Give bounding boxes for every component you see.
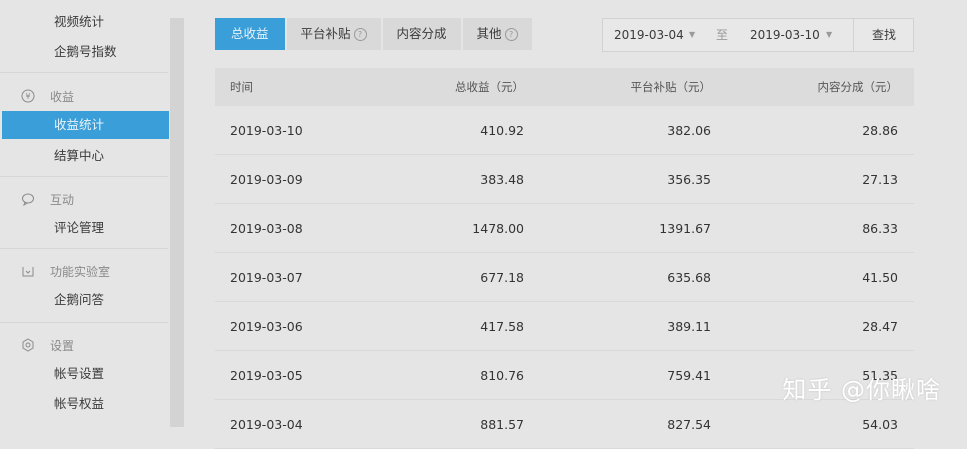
sidebar: 视频统计 企鹅号指数 ¥ 收益 收益统计 结算中心 互动 评论管理 功能实验室 … <box>0 0 170 427</box>
help-icon[interactable]: ? <box>353 27 367 41</box>
cell-total: 810.76 <box>480 367 524 383</box>
column-header-subsidy: 平台补贴（元） <box>630 80 712 94</box>
cell-date: 2019-03-10 <box>230 122 303 138</box>
tab-other[interactable]: 其他 ? <box>462 18 532 50</box>
sidebar-item-comment-management[interactable]: 评论管理 <box>0 214 168 242</box>
table-row: 2019-03-08 1478.00 1391.67 86.33 <box>215 204 914 253</box>
sidebar-item-label: 收益统计 <box>54 117 105 132</box>
tab-platform-subsidy[interactable]: 平台补贴 ? <box>286 18 381 50</box>
column-header-share: 内容分成（元） <box>817 80 899 94</box>
sidebar-scrollbar[interactable] <box>170 18 184 427</box>
cell-subsidy: 827.54 <box>667 416 711 432</box>
cell-date: 2019-03-08 <box>230 220 303 236</box>
chat-bubble-icon <box>20 191 36 207</box>
cell-date: 2019-03-07 <box>230 269 303 285</box>
sidebar-group-settings: 设置 <box>20 335 74 355</box>
cell-share: 86.33 <box>862 220 898 236</box>
cell-subsidy: 356.35 <box>667 171 711 187</box>
chevron-down-icon[interactable]: ▼ <box>826 19 832 51</box>
cell-subsidy: 389.11 <box>667 318 711 334</box>
search-button[interactable]: 查找 <box>853 19 914 51</box>
help-icon[interactable]: ? <box>504 27 518 41</box>
table-row: 2019-03-10 410.92 382.06 28.86 <box>215 106 914 155</box>
end-date-select[interactable]: 2019-03-10 <box>750 19 820 51</box>
sidebar-divider <box>0 176 168 177</box>
yuan-circle-icon: ¥ <box>20 88 36 104</box>
start-date-select[interactable]: 2019-03-04 <box>614 19 684 51</box>
cell-subsidy: 1391.67 <box>659 220 711 236</box>
sidebar-group-interaction: 互动 <box>20 189 74 209</box>
cell-total: 1478.00 <box>472 220 524 236</box>
sidebar-item-label: 企鹅号指数 <box>54 44 117 59</box>
sidebar-item-label: 结算中心 <box>54 148 105 163</box>
sidebar-item-penguin-index[interactable]: 企鹅号指数 <box>0 38 168 66</box>
table-row: 2019-03-07 677.18 635.68 41.50 <box>215 253 914 302</box>
lab-icon <box>20 263 36 279</box>
sidebar-group-earnings: ¥ 收益 <box>20 86 74 106</box>
sidebar-group-title: 设置 <box>50 338 75 353</box>
earnings-tabs: 总收益 平台补贴 ? 内容分成 其他 ? <box>215 18 534 50</box>
cell-share: 41.50 <box>862 269 898 285</box>
cell-share: 54.03 <box>862 416 898 432</box>
sidebar-group-title: 功能实验室 <box>50 264 111 279</box>
sidebar-group-title: 收益 <box>50 89 75 104</box>
cell-date: 2019-03-09 <box>230 171 303 187</box>
sidebar-item-settlement-center[interactable]: 结算中心 <box>0 142 168 170</box>
sidebar-group-title: 互动 <box>50 192 75 207</box>
column-header-date: 时间 <box>230 80 253 94</box>
cell-date: 2019-03-04 <box>230 416 303 432</box>
tab-label: 平台补贴 <box>300 26 351 41</box>
cell-share: 28.47 <box>862 318 898 334</box>
cell-share: 28.86 <box>862 122 898 138</box>
watermark: 知乎 @你瞅啥 <box>782 376 941 404</box>
sidebar-item-label: 视频统计 <box>54 14 105 29</box>
date-separator: 至 <box>716 28 729 42</box>
sidebar-item-label: 帐号权益 <box>54 396 105 411</box>
sidebar-divider <box>0 72 168 73</box>
tab-content-share[interactable]: 内容分成 <box>382 18 461 50</box>
cell-share: 27.13 <box>862 171 898 187</box>
cell-total: 383.48 <box>480 171 524 187</box>
cell-subsidy: 382.06 <box>667 122 711 138</box>
tab-label: 内容分成 <box>396 26 447 41</box>
sidebar-item-penguin-qa[interactable]: 企鹅问答 <box>0 286 168 314</box>
table-row: 2019-03-06 417.58 389.11 28.47 <box>215 302 914 351</box>
gear-icon <box>20 337 36 353</box>
sidebar-group-lab: 功能实验室 <box>20 261 110 281</box>
sidebar-item-account-rights[interactable]: 帐号权益 <box>0 390 168 418</box>
svg-text:¥: ¥ <box>25 92 30 101</box>
cell-total: 417.58 <box>480 318 524 334</box>
table-row: 2019-03-04 881.57 827.54 54.03 <box>215 400 914 449</box>
sidebar-item-label: 评论管理 <box>54 220 105 235</box>
column-header-total: 总收益（元） <box>455 80 524 94</box>
cell-total: 881.57 <box>480 416 524 432</box>
tab-total-earnings[interactable]: 总收益 <box>215 18 285 50</box>
sidebar-item-earnings-stats[interactable]: 收益统计 <box>2 111 169 139</box>
sidebar-item-label: 帐号设置 <box>54 366 105 381</box>
table-row: 2019-03-09 383.48 356.35 27.13 <box>215 155 914 204</box>
cell-total: 677.18 <box>480 269 524 285</box>
sidebar-divider <box>0 248 168 249</box>
search-button-label: 查找 <box>871 28 896 42</box>
date-range-picker: 2019-03-04 ▼ 至 2019-03-10 ▼ 查找 <box>602 18 914 52</box>
cell-subsidy: 635.68 <box>667 269 711 285</box>
chevron-down-icon[interactable]: ▼ <box>689 19 695 51</box>
cell-date: 2019-03-06 <box>230 318 303 334</box>
sidebar-item-account-settings[interactable]: 帐号设置 <box>0 360 168 388</box>
cell-subsidy: 759.41 <box>667 367 711 383</box>
tab-label: 总收益 <box>231 26 269 41</box>
sidebar-divider <box>0 322 168 323</box>
cell-total: 410.92 <box>480 122 524 138</box>
sidebar-item-video-stats[interactable]: 视频统计 <box>0 10 168 34</box>
tab-label: 其他 <box>476 26 502 41</box>
cell-date: 2019-03-05 <box>230 367 303 383</box>
sidebar-item-label: 企鹅问答 <box>54 292 105 307</box>
table-header: 时间 总收益（元） 平台补贴（元） 内容分成（元） <box>215 68 914 106</box>
